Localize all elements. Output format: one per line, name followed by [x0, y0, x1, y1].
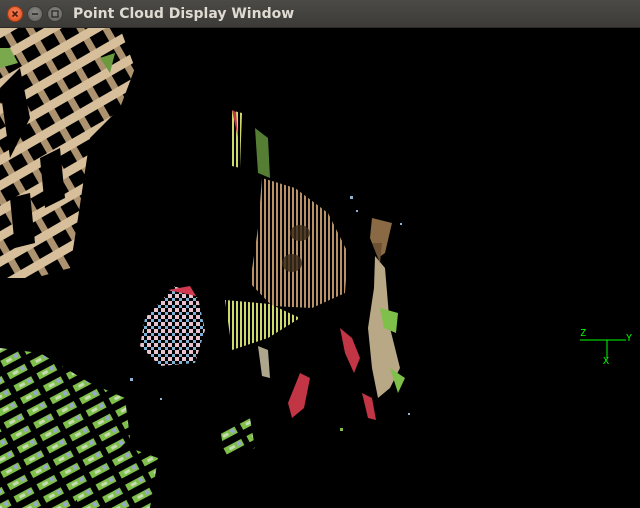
- title-bar[interactable]: Point Cloud Display Window: [0, 0, 640, 28]
- minimize-icon: [32, 13, 38, 15]
- maximize-button[interactable]: [47, 6, 63, 22]
- axes-widget: Z Y X: [580, 328, 632, 367]
- right-figure-cloud: [368, 218, 405, 398]
- axis-x-label: X: [603, 356, 609, 367]
- minimize-button[interactable]: [27, 6, 43, 22]
- close-icon: [11, 10, 19, 18]
- lattice-fence-cloud: [0, 28, 135, 278]
- pink-object-cloud: [140, 286, 205, 366]
- point-cloud-viewport[interactable]: Z Y X: [0, 28, 640, 508]
- maximize-icon: [51, 10, 59, 18]
- close-button[interactable]: [7, 6, 23, 22]
- axis-z-label: Z: [580, 328, 586, 339]
- point-cloud-window: Point Cloud Display Window Z Y X: [0, 0, 640, 508]
- point-cloud-canvas[interactable]: Z Y X: [0, 28, 640, 508]
- axis-y-label: Y: [626, 333, 632, 344]
- foliage-cloud: [0, 348, 255, 508]
- brown-surface-cloud: [250, 178, 348, 308]
- window-title: Point Cloud Display Window: [73, 6, 295, 22]
